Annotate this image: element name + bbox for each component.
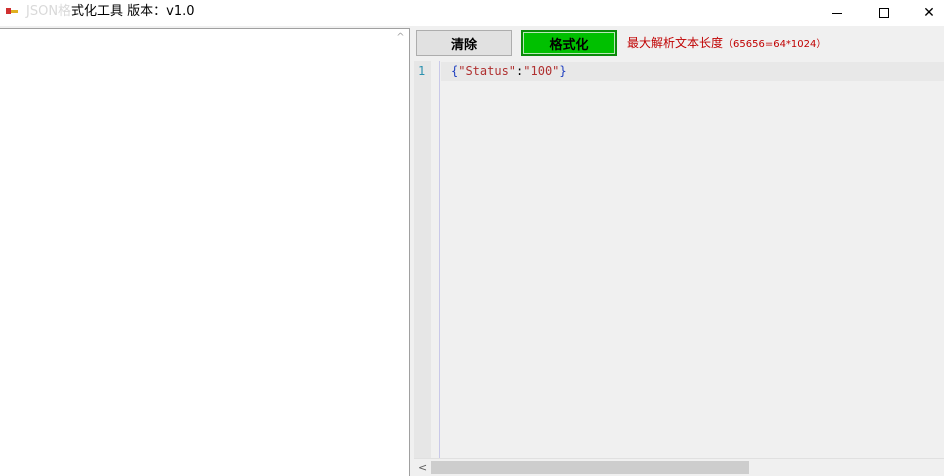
json-input-textarea[interactable] <box>0 29 392 475</box>
vertical-scrollbar[interactable]: ^ <box>392 29 409 475</box>
maximize-icon <box>879 8 889 18</box>
scroll-up-icon[interactable]: ^ <box>394 31 407 45</box>
clear-button[interactable]: 清除 <box>416 30 512 56</box>
minimize-button[interactable] <box>814 0 860 26</box>
window-title-label: 式化工具 版本：v1.0 <box>71 4 195 19</box>
code-value: "100" <box>523 64 560 78</box>
line-number-gutter: 1 <box>414 61 431 458</box>
formatted-output-editor[interactable]: 1 {"Status":"100"} <box>414 61 944 458</box>
app-icon <box>6 8 18 14</box>
gutter-separator <box>439 61 440 458</box>
json-input-pane: ^ <box>0 28 410 476</box>
max-length-text: 最大解析文本长度 <box>627 36 724 50</box>
close-icon: ✕ <box>923 5 935 21</box>
title-bar: JSON格式化工具 版本：v1.0 ✕ <box>0 0 944 26</box>
horizontal-scrollbar[interactable]: < <box>414 458 944 476</box>
format-button[interactable]: 格式化 <box>521 30 617 56</box>
horizontal-scroll-thumb[interactable] <box>431 461 749 474</box>
max-length-detail: （65656=64*1024） <box>723 39 827 50</box>
window-title: JSON格式化工具 版本：v1.0 <box>26 4 195 20</box>
close-button[interactable]: ✕ <box>906 0 944 26</box>
minimize-icon <box>832 12 842 14</box>
code-line: {"Status":"100"} <box>451 64 567 78</box>
code-close-brace: } <box>559 64 567 78</box>
max-length-label: 最大解析文本长度（65656=64*1024） <box>627 35 826 53</box>
window-title-faded: JSON格 <box>26 4 72 19</box>
scroll-left-icon[interactable]: < <box>418 460 427 476</box>
maximize-button[interactable] <box>861 0 907 26</box>
line-number: 1 <box>418 64 426 78</box>
code-key: "Status" <box>458 64 517 78</box>
